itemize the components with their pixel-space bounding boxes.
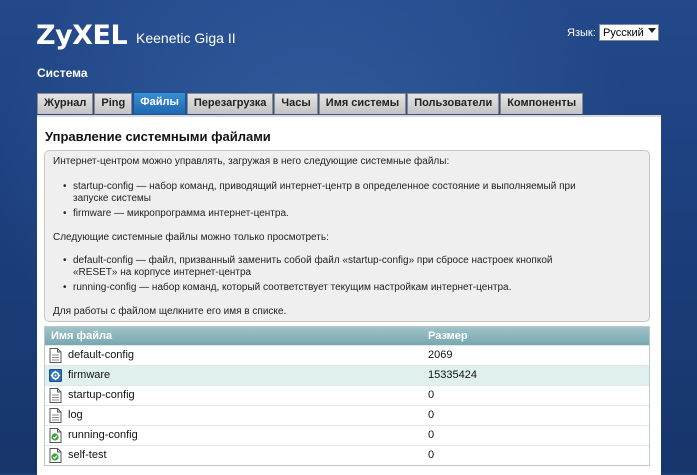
tab-bar: Журнал Ping Файлы Перезагрузка Часы Имя … bbox=[37, 92, 584, 115]
content-panel: Управление системными файлами Интернет-ц… bbox=[37, 115, 661, 475]
column-header-name[interactable]: Имя файла bbox=[51, 330, 112, 342]
document-icon bbox=[49, 408, 62, 423]
info-box: Интернет-центром можно управлять, загруж… bbox=[44, 150, 650, 322]
info-item-startup: startup-config — набор команд, приводящи… bbox=[63, 181, 633, 205]
tab-users[interactable]: Пользователи bbox=[407, 93, 500, 114]
tab-components[interactable]: Компоненты bbox=[500, 93, 584, 114]
info-item-startup-cont: запуске системы bbox=[73, 193, 151, 204]
panel-heading: Управление системными файлами bbox=[45, 129, 271, 144]
column-header-size[interactable]: Размер bbox=[428, 330, 468, 342]
green-document-icon bbox=[49, 448, 62, 463]
tab-journal[interactable]: Журнал bbox=[37, 93, 94, 114]
table-row[interactable]: firmware 15335424 bbox=[45, 365, 649, 385]
file-name[interactable]: self-test bbox=[68, 449, 107, 461]
table-row[interactable]: startup-config 0 bbox=[45, 385, 649, 405]
page-title: Система bbox=[37, 66, 88, 80]
model-name: Keenetic Giga II bbox=[136, 30, 236, 46]
file-size: 15335424 bbox=[428, 369, 477, 381]
language-selected-value: Русский bbox=[603, 27, 644, 39]
tab-reboot[interactable]: Перезагрузка bbox=[186, 93, 274, 114]
info-intro: Интернет-центром можно управлять, загруж… bbox=[53, 156, 450, 167]
table-header: Имя файла Размер bbox=[45, 327, 649, 345]
info-item-default-text: default-config — файл, призванный замени… bbox=[73, 255, 553, 266]
green-document-icon bbox=[49, 428, 62, 443]
dropdown-arrow-icon bbox=[648, 28, 656, 33]
file-name[interactable]: log bbox=[68, 409, 83, 421]
table-row[interactable]: running-config 0 bbox=[45, 425, 649, 445]
info-item-firmware: firmware — микропрограмма интернет-центр… bbox=[63, 208, 633, 220]
gear-icon bbox=[49, 369, 62, 382]
info-item-startup-text: startup-config — набор команд, приводящи… bbox=[73, 181, 576, 192]
info-item-running: running-config — набор команд, который с… bbox=[63, 282, 633, 294]
file-size: 0 bbox=[428, 409, 435, 421]
table-row[interactable]: default-config 2069 bbox=[45, 345, 649, 365]
document-icon bbox=[49, 388, 62, 403]
file-size: 0 bbox=[428, 389, 435, 401]
language-label: Язык: bbox=[567, 27, 596, 39]
language-select[interactable]: Русский bbox=[599, 24, 659, 41]
file-size: 0 bbox=[428, 429, 435, 441]
zyxel-logo: ZyXEL bbox=[36, 20, 128, 51]
file-name[interactable]: startup-config bbox=[68, 389, 135, 401]
tab-files[interactable]: Файлы bbox=[133, 92, 186, 114]
table-row[interactable]: self-test 0 bbox=[45, 445, 649, 465]
file-size: 2069 bbox=[428, 349, 453, 361]
info-view-intro: Следующие системные файлы можно только п… bbox=[53, 232, 329, 243]
file-name[interactable]: default-config bbox=[68, 349, 134, 361]
tab-clock[interactable]: Часы bbox=[274, 93, 318, 114]
document-icon bbox=[49, 348, 62, 363]
info-item-default: default-config — файл, призванный замени… bbox=[63, 255, 633, 279]
file-size: 0 bbox=[428, 449, 435, 461]
info-item-default-cont: «RESET» на корпусе интернет-центра bbox=[73, 267, 252, 278]
info-hint: Для работы с файлом щелкните его имя в с… bbox=[53, 306, 287, 317]
tab-system-name[interactable]: Имя системы bbox=[318, 93, 407, 114]
files-table: Имя файла Размер default-config 2069 fir… bbox=[44, 326, 650, 466]
file-name[interactable]: running-config bbox=[68, 429, 138, 441]
table-row[interactable]: log 0 bbox=[45, 405, 649, 425]
tab-ping[interactable]: Ping bbox=[94, 93, 133, 114]
file-name[interactable]: firmware bbox=[68, 369, 110, 381]
